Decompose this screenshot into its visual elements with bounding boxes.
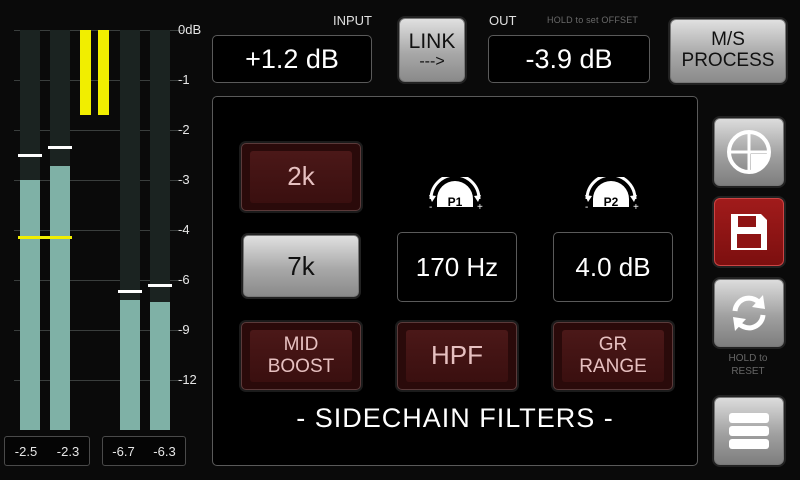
output-peak-values[interactable]: -6.7 -6.3 [102, 436, 186, 466]
input-gain-display[interactable]: +1.2 dB [212, 35, 372, 83]
meter-fill [150, 302, 170, 430]
gain-reduction-bar-left [80, 30, 91, 115]
menu-button[interactable] [714, 397, 784, 465]
output-gain-display[interactable]: -3.9 dB [488, 35, 650, 83]
process-label: PROCESS [681, 50, 775, 71]
hold-reset-label: HOLD to RESET [714, 352, 782, 378]
svg-text:+: + [477, 202, 483, 213]
peak-marker [118, 290, 142, 293]
output-right-value: -6.3 [153, 443, 176, 459]
filter-7k-button[interactable]: 7k [243, 235, 359, 297]
scale-label-1: -1 [178, 72, 190, 87]
link-button[interactable]: LINK ---> [399, 18, 465, 82]
mid-boost-button[interactable]: MID BOOST [241, 322, 361, 390]
input-peak-values[interactable]: -2.5 -2.3 [4, 436, 90, 466]
sidechain-filters-panel: 2k 7k MID BOOST P1 - + 170 Hz HPF P2 - +… [212, 96, 698, 466]
quadrant-button[interactable] [714, 118, 784, 186]
scale-label-12: -12 [178, 372, 197, 387]
output-gain-value: -3.9 dB [525, 43, 613, 74]
p1-value: 170 Hz [415, 251, 499, 282]
scale-label-6: -6 [178, 272, 190, 287]
ms-label: M/S [711, 29, 745, 51]
ms-process-button[interactable]: M/S PROCESS [670, 19, 786, 83]
scale-label-0db: 0dB [178, 22, 202, 37]
output-meter-left [118, 30, 142, 430]
p1-label: P1 [448, 195, 463, 209]
scale-label-9: -9 [178, 322, 190, 337]
save-icon [731, 214, 767, 250]
hpf-label: HPF [406, 330, 508, 382]
output-meter-right [148, 30, 172, 430]
panel-title: - SIDECHAIN FILTERS - [296, 403, 614, 433]
hold-offset-label: HOLD to set OFFSET [547, 15, 639, 25]
threshold-line [18, 236, 72, 239]
link-label: LINK [408, 29, 456, 53]
scale-label-3: -3 [178, 172, 190, 187]
mid-label: MID [283, 334, 319, 356]
filter-7k-label: 7k [287, 250, 315, 281]
svg-text:-: - [429, 202, 432, 213]
hold-to-text: HOLD to [728, 353, 768, 364]
boost-label: BOOST [267, 356, 335, 377]
range-label: RANGE [579, 356, 647, 377]
input-right-value: -2.3 [56, 443, 80, 459]
refresh-icon [732, 295, 766, 331]
input-meter-left [18, 30, 42, 430]
peak-marker [18, 154, 42, 157]
meter-fill [50, 166, 70, 430]
peak-marker [148, 284, 172, 287]
quadrant-icon [727, 130, 771, 174]
filter-2k-button[interactable]: 2k [241, 143, 361, 211]
filter-2k-label: 2k [250, 151, 352, 203]
p2-label: P2 [604, 195, 619, 209]
menu-icon [729, 413, 769, 449]
input-meter-right [48, 30, 72, 430]
p2-value-field[interactable]: 4.0 dB [553, 232, 673, 302]
reset-button[interactable] [714, 279, 784, 347]
hpf-button[interactable]: HPF [397, 322, 517, 390]
meter-fill [20, 180, 40, 430]
meter-fill [120, 300, 140, 430]
reset-text: RESET [731, 366, 765, 377]
out-label: OUT [489, 13, 517, 28]
svg-text:+: + [633, 202, 639, 213]
level-meters: 0dB -1 -2 -3 -4 -6 -9 -12 -2.5 -2.3 -6.7… [0, 0, 210, 480]
input-left-value: -2.5 [14, 443, 38, 459]
p1-knob-icon: P1 - + [429, 177, 483, 213]
scale-label-4: -4 [178, 222, 190, 237]
link-arrow: ---> [419, 52, 445, 70]
p2-knob-icon: P2 - + [585, 177, 639, 213]
gr-label: GR [598, 334, 628, 356]
scale-label-2: -2 [178, 122, 190, 137]
input-gain-value: +1.2 dB [245, 43, 339, 74]
output-left-value: -6.7 [112, 443, 135, 459]
gain-reduction-bar-right [98, 30, 109, 115]
input-label: INPUT [333, 13, 372, 28]
gr-range-button[interactable]: GR RANGE [553, 322, 673, 390]
peak-marker [48, 146, 72, 149]
p2-value: 4.0 dB [575, 251, 651, 282]
save-button[interactable] [714, 198, 784, 266]
p1-value-field[interactable]: 170 Hz [397, 232, 517, 302]
svg-text:-: - [585, 202, 588, 213]
